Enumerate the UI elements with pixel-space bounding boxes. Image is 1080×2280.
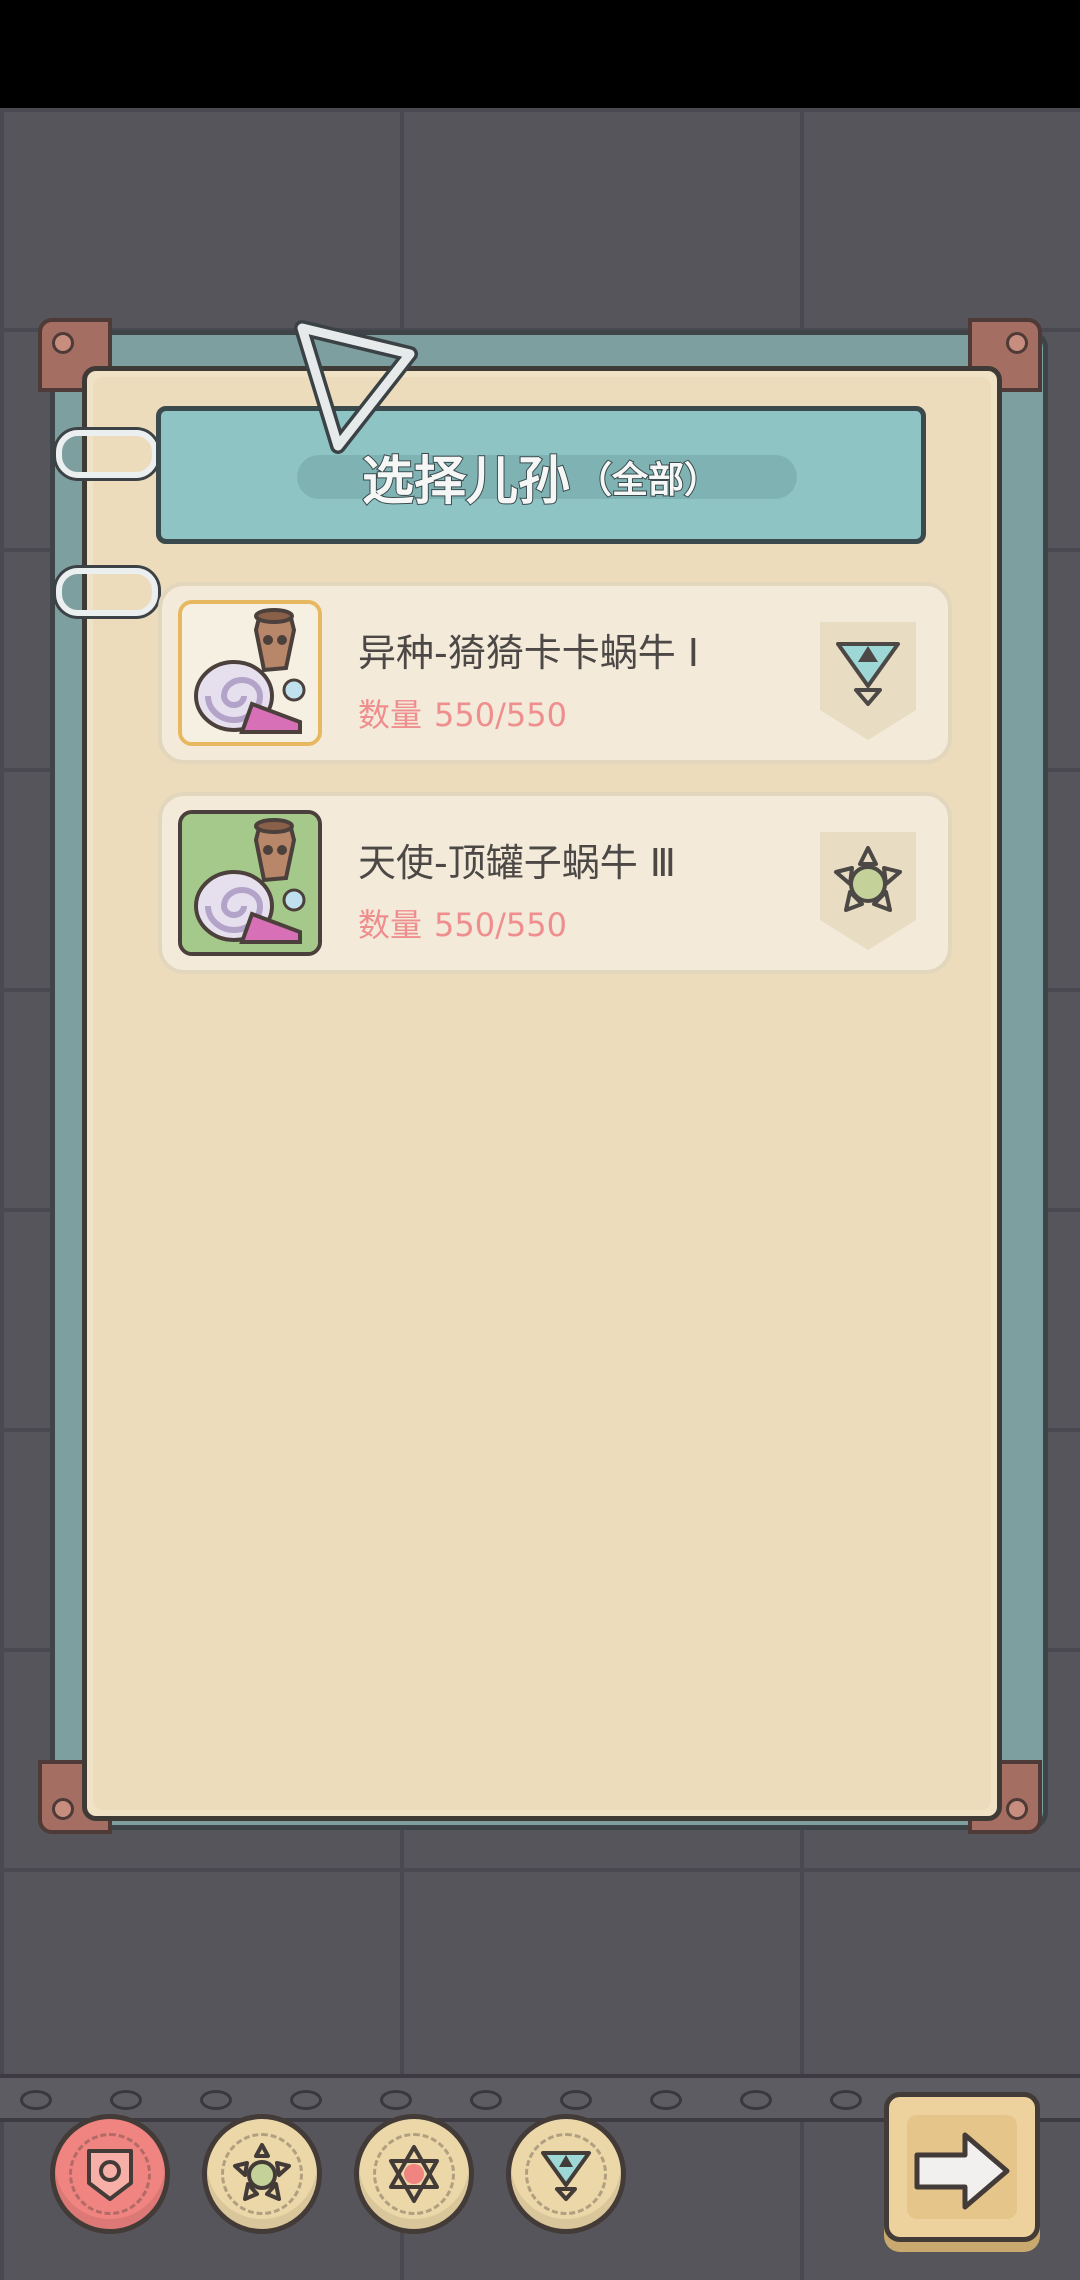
- item-quantity: 数量 550/550: [358, 690, 567, 736]
- star-filter-icon: [389, 2145, 439, 2203]
- triangle-filter-icon: [541, 2151, 591, 2201]
- list-item[interactable]: 异种-猗猗卡卡蜗牛 Ⅰ 数量 550/550: [158, 582, 952, 764]
- header-banner: 选择儿孙 （全部）: [156, 406, 926, 544]
- next-button[interactable]: [884, 2092, 1040, 2242]
- screen: 选择儿孙 （全部） 异种-猗猗卡卡蜗牛 Ⅰ 数量 550/550 天使-顶罐子蜗…: [0, 0, 1080, 2280]
- page-subtitle: （全部）: [575, 459, 721, 502]
- snail-icon: [182, 814, 318, 952]
- item-name: 天使-顶罐子蜗牛 Ⅲ: [358, 841, 676, 885]
- filter-shield-button[interactable]: [50, 2114, 170, 2234]
- filter-flower-button[interactable]: [202, 2114, 322, 2234]
- status-bar: [0, 0, 1080, 108]
- header-text: 选择儿孙 （全部）: [161, 439, 921, 514]
- flower-rank-icon: [820, 832, 916, 950]
- snail-icon: [182, 604, 318, 742]
- binder-ring-top: [56, 430, 158, 478]
- snail-thumbnail: [178, 810, 322, 956]
- quantity-value: 550/550: [434, 696, 567, 734]
- quantity-value: 550/550: [434, 906, 567, 944]
- filter-triangle-button[interactable]: [506, 2114, 626, 2234]
- quantity-label: 数量: [358, 906, 423, 944]
- shield-filter-icon: [87, 2149, 133, 2201]
- flower-filter-icon: [233, 2143, 291, 2201]
- paper-clip-icon: [294, 320, 418, 454]
- page-title: 选择儿孙: [361, 451, 571, 513]
- snail-thumbnail: [178, 600, 322, 746]
- list-item[interactable]: 天使-顶罐子蜗牛 Ⅲ 数量 550/550: [158, 792, 952, 974]
- quantity-label: 数量: [358, 696, 423, 734]
- triangle-rank-icon: [820, 622, 916, 740]
- binder-ring-bottom: [56, 568, 158, 616]
- filter-star-button[interactable]: [354, 2114, 474, 2234]
- item-name: 异种-猗猗卡卡蜗牛 Ⅰ: [358, 631, 699, 675]
- arrow-right-icon: [914, 2132, 1010, 2210]
- item-quantity: 数量 550/550: [358, 900, 567, 946]
